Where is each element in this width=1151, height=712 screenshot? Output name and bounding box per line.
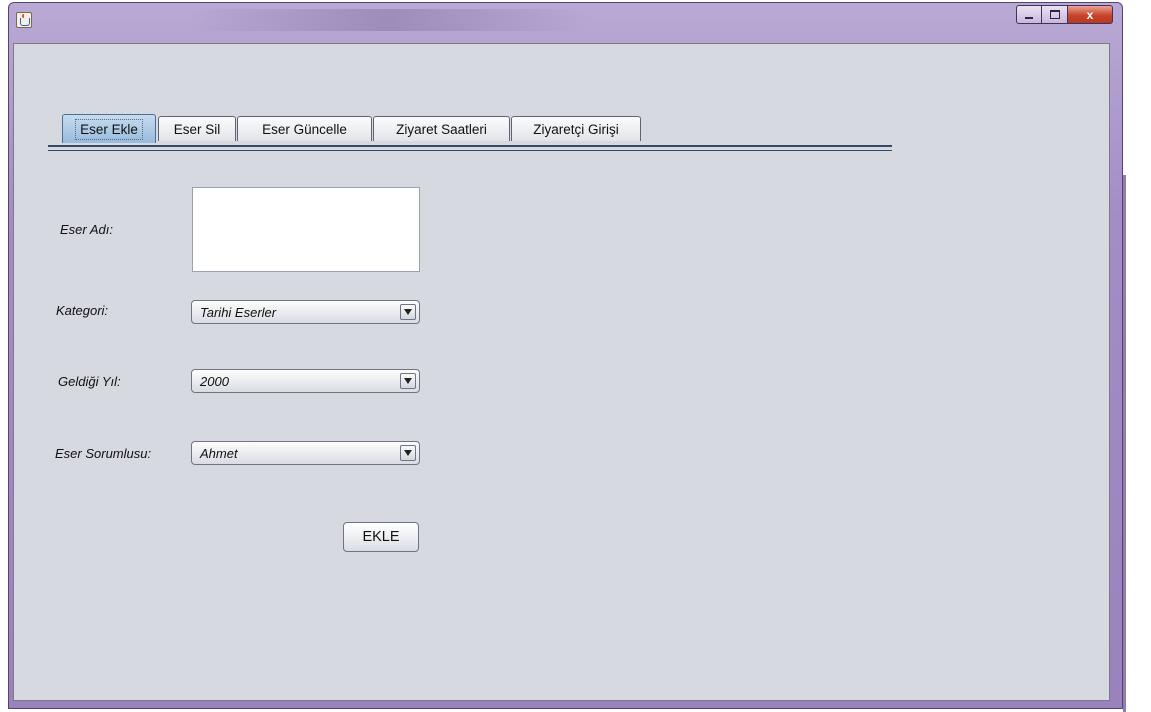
tab-ziyaret-saatleri[interactable]: Ziyaret Saatleri xyxy=(373,116,510,141)
window-title xyxy=(189,9,589,31)
ekle-button[interactable]: EKLE xyxy=(343,522,419,552)
kategori-label: Kategori: xyxy=(56,303,109,318)
eser-sorumlusu-selected: Ahmet xyxy=(200,446,238,461)
tab-label: Ziyaret Saatleri xyxy=(396,121,487,137)
tab-divider xyxy=(48,145,892,147)
eser-sorumlusu-label: Eser Sorumlusu: xyxy=(55,446,152,461)
dropdown-arrow-icon[interactable] xyxy=(400,304,416,320)
app-window: x xyxy=(8,2,1123,709)
tab-label: Ziyaretçi Girişi xyxy=(533,121,619,137)
geldigi-yil-label: Geldiği Yıl: xyxy=(58,374,121,389)
tab-eser-sil[interactable]: Eser Sil xyxy=(158,116,236,141)
title-bar[interactable]: x xyxy=(9,3,1122,43)
maximize-icon xyxy=(1049,10,1060,19)
kategori-selected: Tarihi Eserler xyxy=(200,305,277,320)
geldigi-yil-selected: 2000 xyxy=(200,374,229,389)
geldigi-yil-dropdown[interactable]: 2000 xyxy=(191,369,420,393)
desktop-background xyxy=(1123,0,1151,712)
eser-adi-label: Eser Adı: xyxy=(60,222,113,237)
tab-eser-ekle[interactable]: Eser Ekle xyxy=(62,114,156,143)
tab-ziyaretci-girisi[interactable]: Ziyaretçi Girişi xyxy=(511,116,641,141)
maximize-button[interactable] xyxy=(1042,5,1068,24)
minimize-button[interactable] xyxy=(1016,5,1042,24)
minimize-icon xyxy=(1025,16,1033,19)
tab-divider-lower xyxy=(48,150,892,151)
eser-sorumlusu-dropdown[interactable]: Ahmet xyxy=(191,441,420,465)
kategori-dropdown[interactable]: Tarihi Eserler xyxy=(191,300,420,324)
eser-adi-textarea[interactable] xyxy=(192,187,420,272)
window-controls: x xyxy=(1016,5,1113,25)
close-icon: x xyxy=(1086,7,1094,22)
tab-eser-guncelle[interactable]: Eser Güncelle xyxy=(237,116,372,141)
content-panel xyxy=(13,43,1110,701)
tab-label: Eser Güncelle xyxy=(262,121,347,137)
java-app-icon[interactable] xyxy=(16,12,32,28)
tab-label: Eser Ekle xyxy=(75,118,143,140)
close-button[interactable]: x xyxy=(1068,5,1113,24)
dropdown-arrow-icon[interactable] xyxy=(400,445,416,461)
dropdown-arrow-icon[interactable] xyxy=(400,373,416,389)
tab-label: Eser Sil xyxy=(173,121,221,137)
